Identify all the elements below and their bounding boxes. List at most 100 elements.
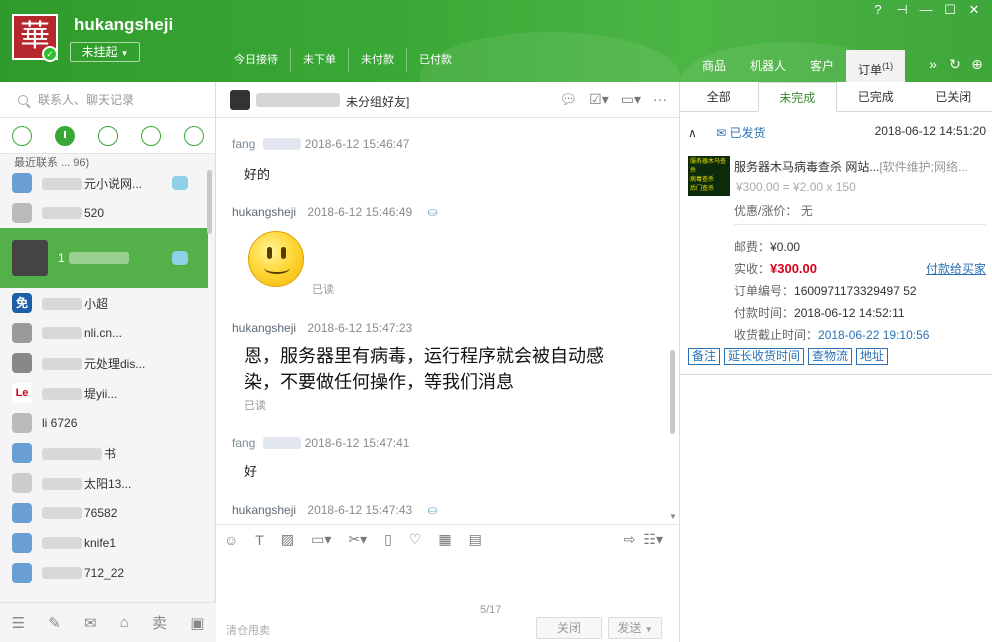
- contact-item[interactable]: 520: [0, 198, 208, 228]
- quick-tab-unpaid[interactable]: 未付款: [349, 48, 407, 72]
- mail-icon[interactable]: ✉: [84, 614, 97, 632]
- send-button[interactable]: 发送 ▼: [608, 617, 662, 639]
- quick-tab-today[interactable]: 今日接待: [222, 48, 291, 72]
- robot-reply-icon: ⛀: [427, 205, 438, 219]
- tab-customers[interactable]: 客户: [798, 50, 846, 82]
- close-icon[interactable]: ✕: [962, 2, 986, 18]
- chat-bubble-icon[interactable]: 💬︎: [559, 91, 577, 108]
- maximize-icon[interactable]: ☐: [938, 2, 962, 18]
- video-icon[interactable]: ▭▾: [621, 91, 641, 108]
- close-button[interactable]: 关闭: [536, 617, 602, 639]
- quick-tab-not-ordered[interactable]: 未下单: [291, 48, 349, 72]
- recent-clock-icon[interactable]: [54, 125, 75, 146]
- orders-panel: 全部 未完成 已完成 已关闭 ∧ ✉ 已发货 2018-06-12 14:51:…: [680, 82, 992, 642]
- heart-icon[interactable]: ♡: [409, 531, 422, 548]
- history-icon[interactable]: ☷▾: [643, 531, 663, 548]
- more-icon[interactable]: »: [922, 56, 944, 73]
- contact-item[interactable]: Le 堤yii...: [0, 378, 208, 408]
- help-icon[interactable]: ?: [866, 2, 890, 18]
- pay-buyer-link[interactable]: 付款给买家: [926, 260, 986, 277]
- postage-row: 邮费：¥0.00: [734, 240, 801, 254]
- promo-link[interactable]: 清仓甩卖: [226, 622, 270, 638]
- message-text: 好: [244, 464, 258, 479]
- search-input[interactable]: 联系人、聊天记录: [0, 82, 215, 118]
- refresh-icon[interactable]: ↻: [944, 56, 966, 73]
- store-icon[interactable]: ⌂: [120, 614, 129, 631]
- scissors-icon[interactable]: ✂▾: [348, 531, 367, 548]
- contact-item[interactable]: nli.cn...: [0, 318, 208, 348]
- contact-item[interactable]: li 6726: [0, 408, 208, 438]
- image-icon[interactable]: ▨: [281, 531, 294, 548]
- contact-item-selected[interactable]: 1: [0, 228, 208, 288]
- search-placeholder: 联系人、聊天记录: [38, 93, 135, 107]
- font-icon[interactable]: T: [255, 532, 264, 548]
- tab-all[interactable]: 全部: [680, 82, 758, 111]
- deadline-row: 收货截止时间：2018-06-22 19:10:56: [734, 328, 930, 342]
- contact-name: li 6726: [42, 416, 78, 430]
- contact-item[interactable]: 元处理dis...: [0, 348, 208, 378]
- chat-title: 未分组好友]: [346, 95, 410, 109]
- contact-item[interactable]: 76582: [0, 498, 208, 528]
- note-button[interactable]: 备注: [688, 348, 721, 365]
- contact-item[interactable]: 712_22: [0, 558, 208, 588]
- contact-scrollbar[interactable]: [207, 170, 212, 234]
- tab-robot[interactable]: 机器人: [738, 50, 798, 82]
- contact-item[interactable]: 免 小超: [0, 288, 208, 318]
- header-tools: » ↻ ⊕: [922, 56, 988, 73]
- input-toolbar: ☺ T ▨ ▭▾ ✂▾ ▯ ♡ ▦ ▤ ⇨ ☷▾: [216, 524, 680, 554]
- contact-item[interactable]: 书: [0, 438, 208, 468]
- pin-icon[interactable]: ⊣: [890, 2, 914, 18]
- quick-reply-icon[interactable]: ⇨: [624, 531, 636, 548]
- contact-avatar: [12, 323, 32, 343]
- add-icon[interactable]: ⊕: [966, 56, 988, 73]
- contact-avatar: [12, 203, 32, 223]
- more-dots-icon[interactable]: ···: [653, 91, 667, 108]
- order-time: 2018-06-12 14:51:20: [874, 124, 986, 138]
- extend-receipt-button[interactable]: 延长收货时间: [724, 348, 805, 365]
- chat-scrollbar[interactable]: [670, 350, 675, 434]
- calculator-icon[interactable]: ▦: [438, 531, 451, 548]
- status-dropdown[interactable]: 未挂起 ▼: [70, 42, 140, 62]
- chat-tools: 💬︎ ☑▾ ▭▾ ···: [547, 91, 667, 108]
- message-counter: 5/17: [480, 604, 502, 616]
- message-time: 2018-6-12 15:47:23: [307, 321, 413, 335]
- folder-icon[interactable]: ▭▾: [311, 531, 331, 548]
- contact-icon[interactable]: [97, 125, 118, 146]
- product-name[interactable]: 服务器木马病毒查杀 网站...[软件维护;网络...: [734, 158, 990, 175]
- recent-group-header[interactable]: 最近联系 ... 96): [0, 154, 216, 169]
- quick-tab-paid[interactable]: 已付款: [407, 48, 464, 72]
- menu-icon[interactable]: ☰: [12, 614, 25, 632]
- tab-complete[interactable]: 已完成: [837, 82, 915, 111]
- message-sender: fang: [232, 436, 256, 450]
- vibrate-icon[interactable]: ▯: [384, 531, 392, 548]
- contact-name: 712_22: [84, 566, 125, 580]
- address-button[interactable]: 地址: [856, 348, 889, 365]
- window-icon[interactable]: ▣: [190, 614, 204, 632]
- read-status: 已读: [312, 284, 334, 296]
- tab-closed[interactable]: 已关闭: [915, 82, 992, 111]
- contact-name: 书: [104, 446, 117, 461]
- checklist-icon[interactable]: ☑▾: [589, 91, 609, 108]
- contact-item[interactable]: 太阳13...: [0, 468, 208, 498]
- contact-name: 1: [58, 251, 65, 265]
- group-icon[interactable]: [140, 125, 161, 146]
- logistics-button[interactable]: 查物流: [808, 348, 853, 365]
- tab-orders[interactable]: 订单(1): [846, 50, 906, 82]
- sell-icon[interactable]: 卖: [152, 612, 167, 633]
- collapse-icon[interactable]: ∧: [688, 126, 697, 140]
- coupon-icon[interactable]: ▤: [469, 531, 482, 548]
- product-thumbnail[interactable]: 服务器木马查杀 病毒查杀 后门查杀: [688, 156, 730, 196]
- contact-item[interactable]: 元小说网...: [0, 168, 208, 198]
- contact-item[interactable]: knife1: [0, 528, 208, 558]
- tab-incomplete[interactable]: 未完成: [757, 82, 837, 112]
- online-check-icon: ✓: [42, 46, 58, 62]
- org-tree-icon[interactable]: [183, 125, 204, 146]
- tab-products[interactable]: 商品: [690, 50, 738, 82]
- tab-orders-count: (1): [882, 61, 894, 71]
- edit-icon[interactable]: ✎: [48, 614, 61, 632]
- scroll-down-icon[interactable]: ▼: [669, 512, 677, 521]
- chat-bubble-icon[interactable]: [11, 125, 32, 146]
- search-icon: [18, 95, 28, 105]
- emoji-icon[interactable]: ☺: [224, 532, 238, 548]
- minimize-icon[interactable]: —: [914, 2, 938, 18]
